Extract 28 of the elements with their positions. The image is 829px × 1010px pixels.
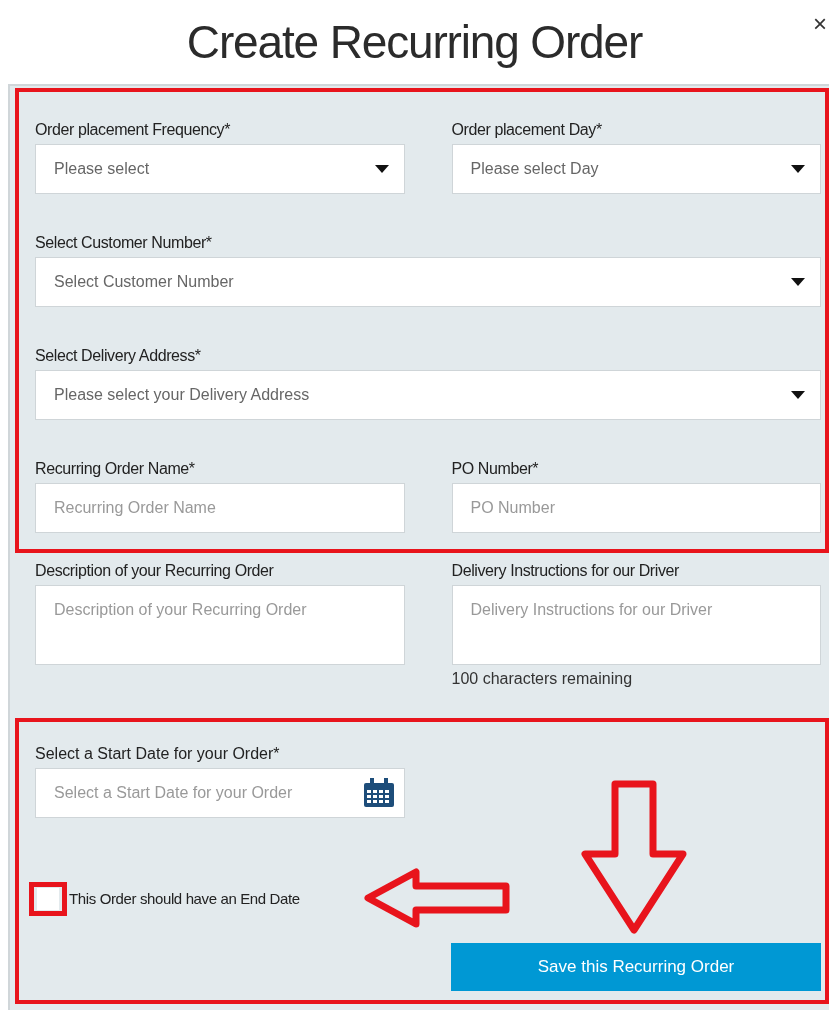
checkbox-label: This Order should have an End Date [69,888,300,909]
dropdown[interactable]: Select Customer Number [35,257,821,307]
close-button[interactable]: × [813,12,827,36]
caret-icon [374,165,389,173]
dropdown[interactable]: Please select Day [451,144,821,194]
field-label: Order placement Day* [451,120,603,140]
field-label: Order placement Frequency* [35,120,232,140]
dropdown[interactable]: Please select [35,144,405,194]
checkbox[interactable] [37,888,59,910]
text-area[interactable]: Description of your Recurring Order [35,585,405,665]
input-field[interactable]: Recurring Order Name [35,483,405,533]
date-field[interactable]: Select a Start Date for your Order [35,768,405,818]
input-field[interactable]: PO Number [451,483,821,533]
caret-icon [791,165,805,173]
caret-icon [791,278,805,286]
calendar-icon[interactable] [363,778,395,808]
field-label: Select Customer Number* [35,233,213,253]
field-label: PO Number* [451,459,540,479]
field-label: Select a Start Date for your Order* [35,744,281,764]
dialog-title: Create Recurring Order [186,14,643,70]
caret-icon [791,391,805,399]
text-area[interactable]: Delivery Instructions for our Driver [451,585,821,665]
field-label: Description of your Recurring Order [35,561,275,581]
field-label: Select Delivery Address* [35,346,202,366]
field-label: Delivery Instructions for our Driver [451,561,680,581]
field-label: Recurring Order Name* [35,459,196,479]
character-counter: 100 characters remaining [451,669,634,689]
dropdown[interactable]: Please select your Delivery Address [35,370,821,420]
